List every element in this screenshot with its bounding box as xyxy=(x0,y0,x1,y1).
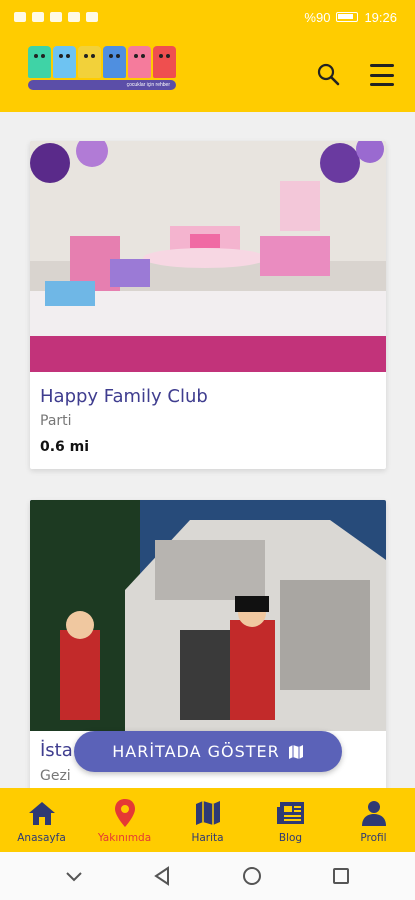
nav-item-blog[interactable]: Blog xyxy=(249,788,332,852)
chevron-down-icon[interactable] xyxy=(65,870,83,882)
menu-button[interactable] xyxy=(370,64,394,86)
nav-item-profile[interactable]: Profil xyxy=(332,788,415,852)
status-icons-left xyxy=(14,12,98,22)
logo-tagline: çocuklar için rehber xyxy=(126,82,170,88)
place-category: Gezi xyxy=(40,768,71,784)
battery-icon xyxy=(336,12,359,22)
recents-icon[interactable] xyxy=(332,867,350,885)
nav-label: Harita xyxy=(191,832,224,844)
map-icon xyxy=(288,744,303,759)
place-title[interactable]: İsta xyxy=(40,740,73,761)
party-table-photo xyxy=(30,141,386,372)
nav-label: Blog xyxy=(278,832,303,844)
logo-letter-a3 xyxy=(153,46,176,78)
system-nav-bar xyxy=(0,852,415,900)
logo-letter-a xyxy=(28,46,51,78)
menu-icon-line xyxy=(370,73,394,77)
status-icons-right: %90 19:26 xyxy=(304,10,397,25)
wooden-house-photo xyxy=(30,500,386,731)
bottom-nav: Anasayfa Yakınımda Harita Blog Profil xyxy=(0,788,415,852)
home-circle-icon[interactable] xyxy=(242,866,262,886)
app-notification-icon xyxy=(86,12,98,22)
menu-icon-line xyxy=(370,64,394,67)
status-bar: %90 19:26 xyxy=(0,0,415,34)
logo-bar: çocuklar için rehber xyxy=(28,80,176,90)
logo-letters xyxy=(28,46,180,78)
newspaper-icon xyxy=(276,798,306,828)
logo-letter-t1 xyxy=(53,46,76,78)
place-category: Parti xyxy=(40,413,72,429)
location-pin-icon xyxy=(110,798,140,828)
logo-letter-a2 xyxy=(103,46,126,78)
search-icon xyxy=(317,63,340,86)
logo-letter-y xyxy=(128,46,151,78)
place-photo[interactable] xyxy=(30,141,386,372)
place-card[interactable]: Happy Family Club Parti 0.6 mi xyxy=(30,141,386,469)
app-header: çocuklar için rehber xyxy=(0,34,415,112)
home-icon xyxy=(27,798,57,828)
logo-letter-t2 xyxy=(78,46,101,78)
nav-label: Anasayfa xyxy=(17,832,66,844)
search-button[interactable] xyxy=(316,62,340,86)
attaya-logo[interactable]: çocuklar için rehber xyxy=(28,46,180,94)
clock: 19:26 xyxy=(364,9,397,25)
notification-icon xyxy=(14,12,26,22)
nav-item-nearby[interactable]: Yakınımda xyxy=(83,788,166,852)
user-icon xyxy=(359,798,389,828)
place-distance: 0.6 mi xyxy=(40,439,90,455)
place-photo[interactable] xyxy=(30,500,386,731)
back-icon[interactable] xyxy=(153,866,171,886)
alarm-icon xyxy=(68,12,80,22)
nav-item-map[interactable]: Harita xyxy=(166,788,249,852)
map-icon xyxy=(193,798,223,828)
battery-percent: %90 xyxy=(304,9,331,25)
show-on-map-button[interactable]: HARİTADA GÖSTER xyxy=(74,731,342,772)
nav-label: Yakınımda xyxy=(97,832,152,844)
show-on-map-label: HARİTADA GÖSTER xyxy=(112,742,280,761)
signal-icon xyxy=(32,12,44,22)
nav-label: Profil xyxy=(360,832,387,844)
menu-icon-line xyxy=(370,83,394,86)
nav-item-home[interactable]: Anasayfa xyxy=(0,788,83,852)
wifi-icon xyxy=(50,12,62,22)
place-title[interactable]: Happy Family Club xyxy=(40,386,208,407)
